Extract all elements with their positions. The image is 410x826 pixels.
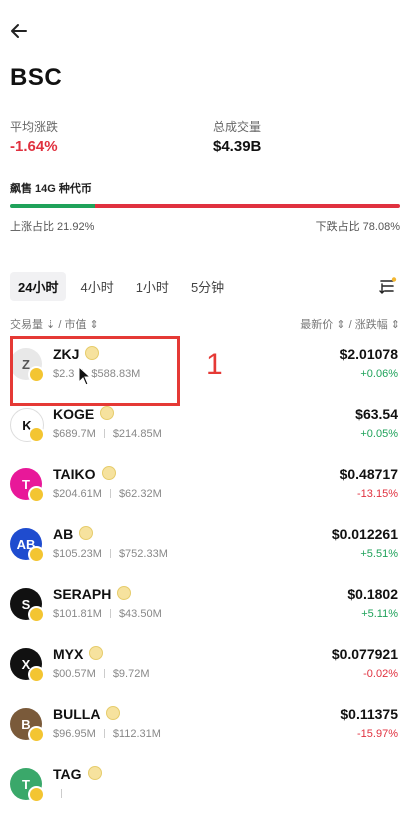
page-title: BSC [10, 64, 63, 91]
total-volume-label: 总成交量 [213, 120, 262, 134]
token-volume-mcap: $101.81M $43.50M [53, 608, 162, 620]
total-volume-value: $4.39B [213, 138, 262, 155]
token-price: $0.012261 [331, 526, 398, 542]
ratio-down-segment [95, 204, 400, 208]
token-symbol-text: TAIKO [53, 466, 96, 482]
column-header-price-change[interactable]: 最新价 ⇕ / 涨跌幅 ⇕ [300, 316, 400, 332]
divider [109, 609, 111, 618]
token-volume-mcap: $00.57M $9.72M [53, 668, 150, 680]
token-row-myx[interactable]: X MYX $00.57M $9.72M $0.077921 -0.02% [0, 646, 410, 706]
token-symbol-text: MYX [53, 646, 84, 662]
token-change: -15.97% [357, 728, 398, 740]
time-range-tabs: 24小时 4小时 1小时 5分钟 [10, 272, 232, 301]
sort-filter-icon[interactable] [378, 276, 398, 296]
alpha-badge-icon [100, 406, 115, 420]
token-volume: $689.7M [53, 428, 96, 440]
token-market-cap: $43.50M [118, 608, 162, 620]
token-market-cap: $752.33M [118, 548, 168, 560]
divider [103, 669, 105, 678]
token-change: +5.11% [361, 608, 398, 620]
token-volume-mcap: $105.23M $752.33M [53, 548, 168, 560]
bnb-chain-icon [28, 486, 45, 503]
token-volume: $101.81M [53, 608, 102, 620]
token-volume: $00.57M [53, 668, 96, 680]
token-symbol-text: BULLA [53, 706, 101, 722]
token-price: $0.077921 [331, 646, 398, 662]
token-change: +5.51% [360, 548, 398, 560]
token-row-koge[interactable]: K KOGE $689.7M $214.85M $63.54 +0.05% [0, 406, 410, 466]
back-arrow-icon[interactable] [8, 20, 30, 42]
annotation-highlight-box [10, 336, 180, 406]
token-row-ab[interactable]: AB AB $105.23M $752.33M $0.012261 +5.51% [0, 526, 410, 586]
token-price: $0.11375 [340, 706, 398, 722]
alpha-badge-icon [87, 766, 102, 780]
down-ratio-label: 下跌占比 78.08% [315, 221, 400, 233]
token-symbol: TAIKO [53, 466, 116, 482]
token-volume: $105.23M [53, 548, 102, 560]
token-volume-mcap: $204.61M $62.32M [53, 488, 162, 500]
token-row-seraph[interactable]: S SERAPH $101.81M $43.50M $0.1802 +5.11% [0, 586, 410, 646]
divider [109, 489, 111, 498]
bnb-chain-icon [28, 606, 45, 623]
token-market-cap: $112.31M [112, 728, 161, 740]
divider [61, 789, 62, 798]
tab-1h[interactable]: 1小时 [128, 272, 177, 301]
token-price: $63.54 [355, 406, 398, 422]
token-volume-mcap [53, 788, 70, 800]
token-symbol-text: SERAPH [53, 586, 112, 602]
token-price: $0.1802 [347, 586, 398, 602]
token-change: -13.15% [357, 488, 398, 500]
alpha-badge-icon [89, 646, 104, 660]
token-price: $2.01078 [339, 346, 398, 362]
token-market-cap: $62.32M [118, 488, 162, 500]
token-symbol: MYX [53, 646, 104, 662]
bnb-chain-icon [28, 786, 45, 803]
divider [103, 429, 105, 438]
token-change: +0.06% [360, 368, 398, 380]
mouse-cursor-icon [78, 366, 92, 386]
token-row-taiko[interactable]: T TAIKO $204.61M $62.32M $0.48717 -13.15% [0, 466, 410, 526]
avg-change-label: 平均涨跌 [10, 120, 59, 134]
bnb-chain-icon [28, 426, 45, 443]
tab-5m[interactable]: 5分钟 [183, 272, 232, 301]
alpha-badge-icon [106, 706, 121, 720]
token-symbol-text: AB [53, 526, 74, 542]
up-down-ratio-bar [10, 204, 400, 208]
annotation-number: 1 [206, 348, 223, 381]
token-symbol: AB [53, 526, 94, 542]
token-volume-mcap: $96.95M $112.31M [53, 728, 161, 740]
bnb-chain-icon [28, 546, 45, 563]
token-symbol: BULLA [53, 706, 121, 722]
avg-change-value: -1.64% [10, 138, 58, 155]
divider [103, 729, 105, 738]
token-symbol: SERAPH [53, 586, 132, 602]
alpha-badge-icon [79, 526, 94, 540]
token-market-cap: $9.72M [112, 668, 150, 680]
alpha-badge-icon [101, 466, 116, 480]
tab-24h[interactable]: 24小时 [10, 272, 67, 301]
up-ratio-label: 上涨占比 21.92% [10, 221, 95, 233]
bnb-chain-icon [28, 726, 45, 743]
bnb-chain-icon [28, 666, 45, 683]
token-volume: $96.95M [53, 728, 96, 740]
token-market-cap: $214.85M [112, 428, 162, 440]
token-symbol-text: TAG [53, 766, 82, 782]
ratio-up-segment [10, 204, 96, 208]
token-row-bulla[interactable]: B BULLA $96.95M $112.31M $0.11375 -15.97% [0, 706, 410, 766]
token-volume-mcap: $689.7M $214.85M [53, 428, 162, 440]
token-count-title: 飙售 14G 种代币 [10, 183, 92, 195]
token-volume: $204.61M [53, 488, 102, 500]
token-symbol: KOGE [53, 406, 115, 422]
token-row-tag[interactable]: T TAG [0, 766, 410, 826]
token-symbol: TAG [53, 766, 102, 782]
column-header-volume-mcap[interactable]: 交易量 ⇣ / 市值 ⇕ [10, 316, 99, 332]
token-change: +0.05% [360, 428, 398, 440]
token-price: $0.48717 [339, 466, 398, 482]
tab-4h[interactable]: 4小时 [72, 272, 121, 301]
divider [109, 549, 111, 558]
token-change: -0.02% [363, 668, 398, 680]
alpha-badge-icon [117, 586, 132, 600]
token-symbol-text: KOGE [53, 406, 95, 422]
